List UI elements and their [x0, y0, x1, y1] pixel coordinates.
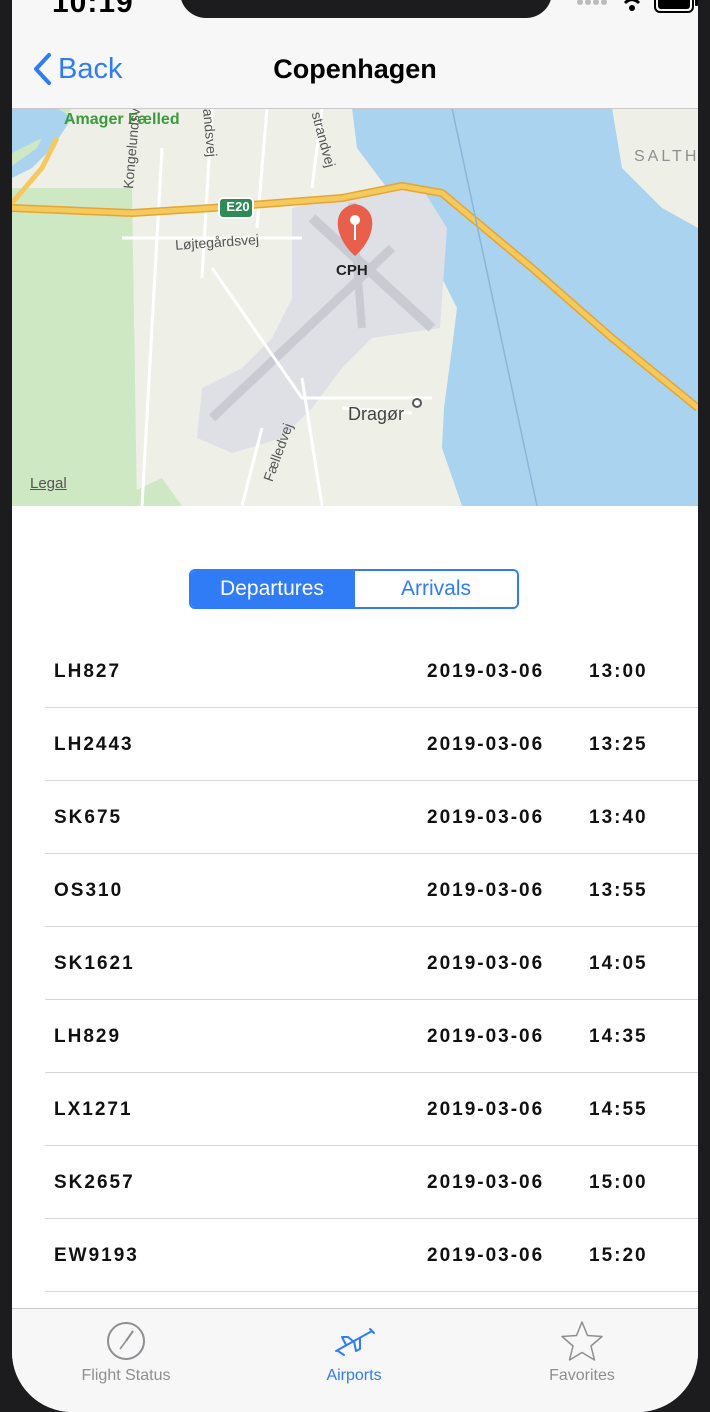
flight-time: 14:55: [589, 1099, 648, 1120]
flight-time: 14:05: [589, 953, 648, 974]
flight-date: 2019-03-06: [427, 880, 545, 901]
tab-bar: Flight Status Airports Favorites: [12, 1308, 698, 1412]
table-row[interactable]: LH2443 2019-03-06 13:25: [45, 708, 698, 781]
table-row[interactable]: EW9193 2019-03-06 15:20: [45, 1219, 698, 1292]
tab-airports[interactable]: Airports: [254, 1309, 454, 1399]
table-row[interactable]: LX1271 2019-03-06 14:55: [45, 1073, 698, 1146]
flight-date: 2019-03-06: [427, 1026, 545, 1047]
flight-number: OS310: [54, 880, 124, 901]
table-row[interactable]: SK1621 2019-03-06 14:05: [45, 927, 698, 1000]
flight-number: LH827: [54, 661, 122, 682]
star-icon: [561, 1321, 603, 1361]
flight-number: EW9193: [54, 1245, 139, 1266]
status-icons: [576, 0, 700, 14]
tab-label: Flight Status: [81, 1367, 171, 1384]
map-label-cph: CPH: [336, 262, 368, 279]
tab-flight-status[interactable]: Flight Status: [26, 1309, 226, 1399]
table-row[interactable]: SK675 2019-03-06 13:40: [45, 781, 698, 854]
map-canvas: [12, 108, 698, 506]
signal-icon: [577, 0, 607, 5]
flight-time: 13:25: [589, 734, 648, 755]
app-screen: Back Copenhagen Amager Fælled E20 Kongel…: [12, 0, 698, 1412]
airplane-icon: [335, 1328, 375, 1356]
flight-date: 2019-03-06: [427, 1245, 545, 1266]
page-title: Copenhagen: [273, 54, 437, 84]
flight-number: LH829: [54, 1026, 122, 1047]
arrivals-segment[interactable]: Arrivals: [353, 571, 517, 607]
status-time: 10:19: [52, 0, 134, 19]
map-label-dragor: Dragør: [348, 404, 405, 424]
flight-time: 14:35: [589, 1026, 648, 1047]
device-notch: [180, 0, 552, 18]
flight-date: 2019-03-06: [427, 807, 545, 828]
map-label-saltholm: SALTH: [634, 148, 698, 165]
flight-list: LH827 2019-03-06 13:00 LH2443 2019-03-06 13:…: [12, 635, 698, 1292]
table-row[interactable]: SK2657 2019-03-06 15:00: [45, 1146, 698, 1219]
map-label-amager: Amager Fælled: [64, 111, 180, 128]
wifi-icon: [623, 0, 641, 11]
flight-number: LH2443: [54, 734, 134, 755]
flight-time: 13:55: [589, 880, 648, 901]
flight-time: 15:00: [589, 1172, 648, 1193]
flight-number: LX1271: [54, 1099, 133, 1120]
flight-number: SK2657: [54, 1172, 135, 1193]
flight-date: 2019-03-06: [427, 1172, 545, 1193]
flight-time: 13:00: [589, 661, 648, 682]
flight-date: 2019-03-06: [427, 953, 545, 974]
flight-time: 13:40: [589, 807, 648, 828]
flight-date: 2019-03-06: [427, 661, 545, 682]
flight-time: 15:20: [589, 1245, 648, 1266]
departures-segment[interactable]: Departures: [191, 571, 353, 607]
tab-label: Favorites: [549, 1367, 615, 1384]
map-label-e20: E20: [226, 199, 250, 214]
segment-control: Departures Arrivals: [189, 569, 519, 609]
airport-map[interactable]: Amager Fælled E20 Kongelundsvej Løjtegår…: [12, 108, 698, 506]
flight-number: SK675: [54, 807, 123, 828]
flight-number: SK1621: [54, 953, 135, 974]
table-row[interactable]: LH829 2019-03-06 14:35: [45, 1000, 698, 1073]
tab-label: Airports: [326, 1367, 382, 1384]
battery-icon: [654, 0, 698, 13]
tab-favorites[interactable]: Favorites: [482, 1309, 682, 1399]
table-row[interactable]: LH827 2019-03-06 13:00: [45, 635, 698, 708]
flight-date: 2019-03-06: [427, 734, 545, 755]
map-legal-link[interactable]: Legal: [30, 475, 67, 492]
flight-date: 2019-03-06: [427, 1099, 545, 1120]
clock-icon: [107, 1322, 145, 1360]
table-row[interactable]: OS310 2019-03-06 13:55: [45, 854, 698, 927]
